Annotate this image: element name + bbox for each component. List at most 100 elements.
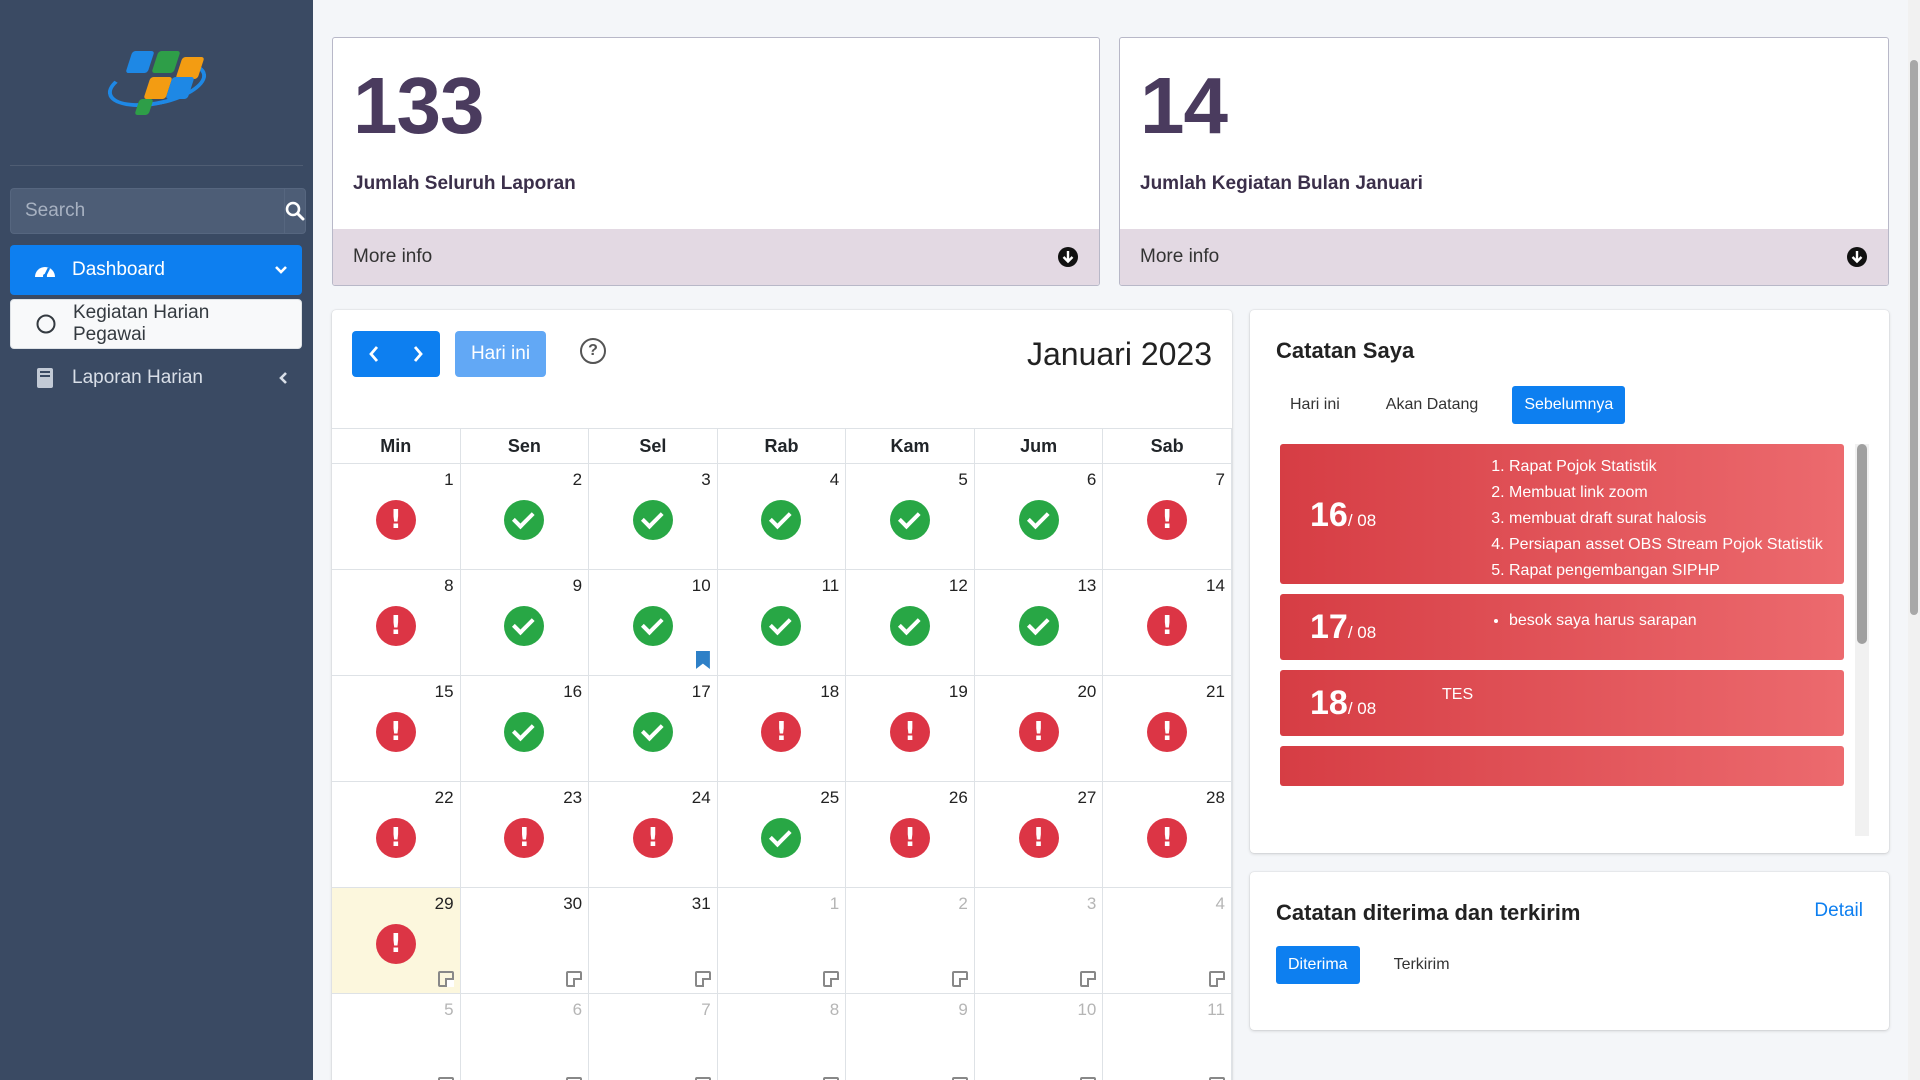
calendar-day-cell[interactable]: 16 — [461, 676, 590, 781]
exclamation-circle-icon[interactable] — [375, 924, 416, 964]
calendar-day-cell[interactable]: 25 — [718, 782, 847, 887]
sticky-note-icon[interactable] — [1208, 971, 1225, 987]
calendar-day-cell[interactable]: 2 — [461, 464, 590, 569]
calendar-day-cell[interactable]: 15 — [332, 676, 461, 781]
today-button[interactable]: Hari ini — [455, 331, 546, 377]
check-circle-icon[interactable] — [1018, 606, 1059, 646]
calendar-day-cell[interactable]: 22 — [332, 782, 461, 887]
prev-month-button[interactable] — [352, 331, 396, 377]
calendar-day-cell[interactable]: 9 — [461, 570, 590, 675]
exclamation-circle-icon[interactable] — [375, 712, 416, 752]
sticky-note-icon[interactable] — [951, 971, 968, 987]
check-circle-icon[interactable] — [761, 818, 802, 858]
calendar-day-cell[interactable]: 11 — [718, 570, 847, 675]
calendar-day-cell[interactable]: 19 — [846, 676, 975, 781]
check-circle-icon[interactable] — [504, 606, 545, 646]
tab-diterima[interactable]: Diterima — [1276, 946, 1360, 984]
check-circle-icon[interactable] — [504, 712, 545, 752]
sticky-note-icon[interactable] — [694, 971, 711, 987]
note-card[interactable]: 18/ 08 TES — [1280, 670, 1844, 736]
check-circle-icon[interactable] — [504, 500, 545, 540]
next-month-button[interactable] — [396, 331, 440, 377]
calendar-day-cell[interactable]: 20 — [975, 676, 1104, 781]
detail-link[interactable]: Detail — [1814, 900, 1863, 922]
calendar-day-cell[interactable]: 18 — [718, 676, 847, 781]
calendar-day-cell[interactable]: 24 — [589, 782, 718, 887]
calendar-day-cell[interactable]: 14 — [1103, 570, 1232, 675]
sticky-note-icon[interactable] — [823, 971, 840, 987]
calendar-day-cell[interactable]: 7 — [589, 994, 718, 1080]
exclamation-circle-icon[interactable] — [632, 818, 673, 858]
calendar-day-cell[interactable]: 4 — [718, 464, 847, 569]
calendar-day-cell[interactable]: 23 — [461, 782, 590, 887]
calendar-day-cell[interactable]: 5 — [332, 994, 461, 1080]
sticky-note-icon[interactable] — [566, 971, 583, 987]
check-circle-icon[interactable] — [761, 606, 802, 646]
tab-akan-datang[interactable]: Akan Datang — [1374, 386, 1491, 424]
calendar-day-cell[interactable]: 13 — [975, 570, 1104, 675]
check-circle-icon[interactable] — [632, 712, 673, 752]
check-circle-icon[interactable] — [632, 606, 673, 646]
calendar-day-cell[interactable]: 1 — [718, 888, 847, 993]
sidebar-item-kegiatan-harian[interactable]: Kegiatan Harian Pegawai — [10, 299, 302, 349]
exclamation-circle-icon[interactable] — [375, 606, 416, 646]
exclamation-circle-icon[interactable] — [1147, 818, 1188, 858]
sticky-note-icon[interactable] — [437, 971, 454, 987]
bookmark-icon[interactable] — [695, 651, 710, 669]
calendar-day-cell[interactable]: 27 — [975, 782, 1104, 887]
check-circle-icon[interactable] — [1018, 500, 1059, 540]
sticky-note-icon[interactable] — [1080, 971, 1097, 987]
exclamation-circle-icon[interactable] — [890, 712, 931, 752]
calendar-day-cell[interactable]: 10 — [975, 994, 1104, 1080]
page-scroll-thumb[interactable] — [1910, 60, 1918, 615]
calendar-day-cell[interactable]: 11 — [1103, 994, 1232, 1080]
more-info-link[interactable]: More info — [1120, 229, 1888, 285]
calendar-day-cell[interactable]: 6 — [975, 464, 1104, 569]
check-circle-icon[interactable] — [632, 500, 673, 540]
notes-scrollbar[interactable] — [1855, 444, 1869, 836]
calendar-day-cell[interactable]: 3 — [975, 888, 1104, 993]
tab-sebelumnya[interactable]: Sebelumnya — [1512, 386, 1626, 424]
search-button[interactable] — [284, 188, 306, 234]
check-circle-icon[interactable] — [761, 500, 802, 540]
exclamation-circle-icon[interactable] — [375, 818, 416, 858]
calendar-day-cell[interactable]: 2 — [846, 888, 975, 993]
tab-hari-ini[interactable]: Hari ini — [1278, 386, 1352, 424]
exclamation-circle-icon[interactable] — [761, 712, 802, 752]
note-card[interactable] — [1280, 746, 1844, 786]
calendar-day-cell[interactable]: 28 — [1103, 782, 1232, 887]
page-scrollbar[interactable] — [1908, 0, 1920, 1080]
exclamation-circle-icon[interactable] — [1018, 712, 1059, 752]
calendar-day-cell[interactable]: 6 — [461, 994, 590, 1080]
search-input[interactable] — [10, 188, 284, 234]
calendar-day-cell[interactable]: 17 — [589, 676, 718, 781]
calendar-day-cell[interactable]: 7 — [1103, 464, 1232, 569]
exclamation-circle-icon[interactable] — [375, 500, 416, 540]
check-circle-icon[interactable] — [890, 606, 931, 646]
calendar-day-cell[interactable]: 1 — [332, 464, 461, 569]
exclamation-circle-icon[interactable] — [890, 818, 931, 858]
calendar-day-cell[interactable]: 31 — [589, 888, 718, 993]
calendar-day-cell[interactable]: 5 — [846, 464, 975, 569]
more-info-link[interactable]: More info — [333, 229, 1099, 285]
note-card[interactable]: 16/ 08 Rapat Pojok StatistikMembuat link … — [1280, 444, 1844, 584]
calendar-day-cell[interactable]: 4 — [1103, 888, 1232, 993]
exclamation-circle-icon[interactable] — [1147, 606, 1188, 646]
check-circle-icon[interactable] — [890, 500, 931, 540]
exclamation-circle-icon[interactable] — [1147, 500, 1188, 540]
note-card[interactable]: 17/ 08 besok saya harus sarapan — [1280, 594, 1844, 660]
calendar-day-cell[interactable]: 8 — [332, 570, 461, 675]
notes-scroll-thumb[interactable] — [1857, 444, 1867, 644]
sidebar-item-dashboard[interactable]: Dashboard — [10, 245, 302, 295]
calendar-day-cell[interactable]: 3 — [589, 464, 718, 569]
calendar-day-cell[interactable]: 26 — [846, 782, 975, 887]
sidebar-item-laporan-harian[interactable]: Laporan Harian — [10, 353, 302, 403]
calendar-day-cell[interactable]: 30 — [461, 888, 590, 993]
calendar-day-cell[interactable]: 29 — [332, 888, 461, 993]
calendar-day-cell[interactable]: 8 — [718, 994, 847, 1080]
calendar-day-cell[interactable]: 9 — [846, 994, 975, 1080]
bps-logo[interactable] — [103, 43, 210, 123]
calendar-day-cell[interactable]: 12 — [846, 570, 975, 675]
exclamation-circle-icon[interactable] — [1147, 712, 1188, 752]
exclamation-circle-icon[interactable] — [1018, 818, 1059, 858]
